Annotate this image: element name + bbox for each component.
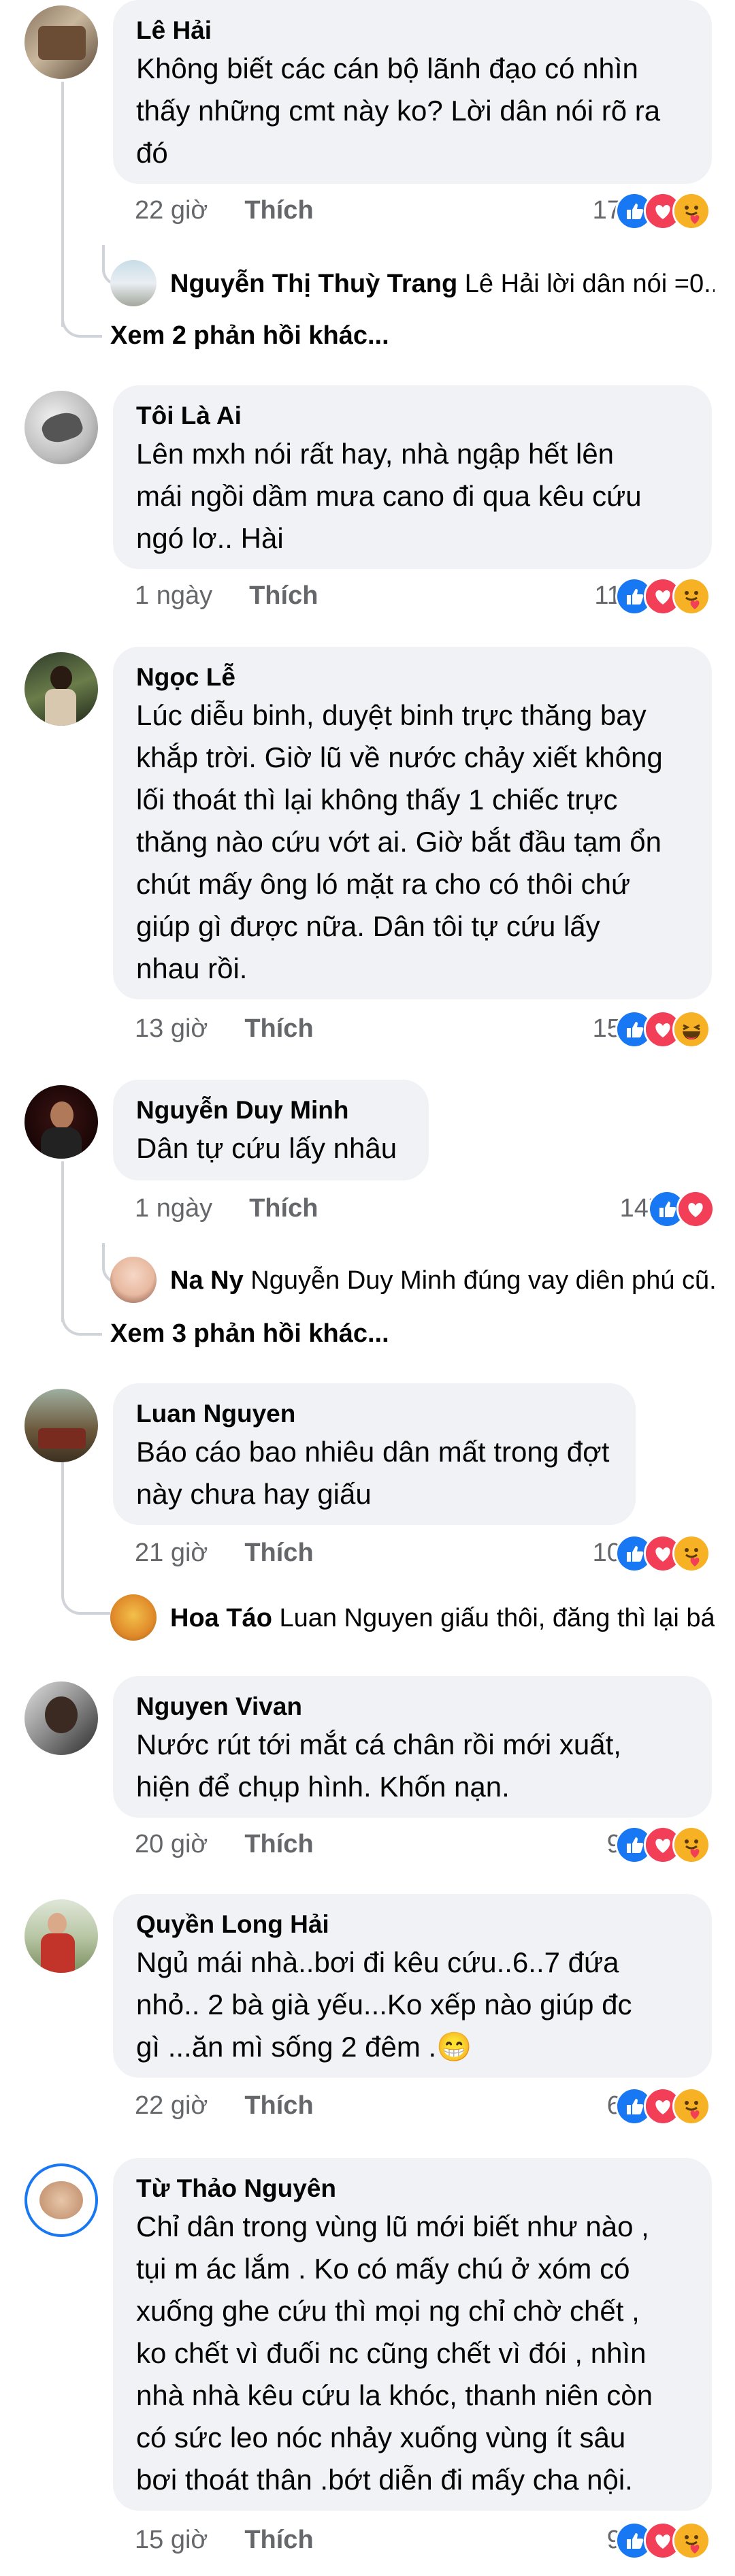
comment-meta: 1 ngày Thích: [135, 579, 318, 613]
comment-author[interactable]: Từ Thảo Nguyên: [136, 2172, 689, 2206]
comment-author[interactable]: Quyền Long Hải: [136, 1907, 689, 1942]
comment-meta: 13 giờ Thích: [135, 1012, 314, 1046]
comment-text: Chỉ dân trong vùng lũ mới biết như nào ,…: [136, 2210, 653, 2496]
thread-line: [61, 1462, 64, 1578]
like-button[interactable]: Thích: [249, 581, 318, 610]
comment-time[interactable]: 13 giờ: [135, 1014, 208, 1043]
care-icon: [672, 2522, 710, 2560]
comment-time[interactable]: 1 ngày: [135, 1194, 212, 1223]
view-more-replies[interactable]: Xem 2 phản hồi khác...: [110, 319, 389, 353]
comment-time[interactable]: 1 ngày: [135, 581, 212, 610]
reaction-icons[interactable]: [648, 1190, 719, 1228]
comment-author[interactable]: Ngọc Lễ: [136, 660, 689, 694]
avatar[interactable]: [24, 1085, 98, 1159]
comment-bubble[interactable]: Nguyen Vivan Nước rút tới mắt cá chân rồ…: [113, 1676, 712, 1818]
comment-text: Không biết các cán bộ lãnh đạo có nhìn t…: [136, 52, 661, 169]
comment-text: Ngủ mái nhà..bơi đi kêu cứu..6..7 đứa nh…: [136, 1946, 632, 2063]
comment-text: Lên mxh nói rất hay, nhà ngập hết lên má…: [136, 438, 642, 554]
reaction-icons[interactable]: [615, 1010, 715, 1048]
comment-meta: 22 giờ Thích: [135, 193, 314, 227]
comment-time[interactable]: 20 giờ: [135, 1830, 208, 1858]
comment-bubble[interactable]: Nguyễn Duy Minh Dân tự cứu lấy nhâu: [113, 1080, 429, 1180]
love-icon: [676, 1190, 715, 1228]
reaction-icons[interactable]: [615, 2087, 715, 2125]
comment-text: Dân tự cứu lấy nhâu: [136, 1132, 397, 1164]
reaction-icons[interactable]: [615, 1534, 715, 1573]
comment-text: Báo cáo bao nhiêu dân mất trong đợt này …: [136, 1436, 610, 1510]
reaction-icons[interactable]: [615, 1826, 715, 1864]
like-button[interactable]: Thích: [249, 1194, 318, 1223]
thread-line: [61, 82, 64, 327]
comment-bubble[interactable]: Luan Nguyen Báo cáo bao nhiêu dân mất tr…: [113, 1383, 636, 1525]
reply-connector: [61, 300, 102, 338]
reply-connector: [61, 1298, 102, 1336]
reply-text: Luan Nguyen giấu thôi, đăng thì lại bá..…: [279, 1604, 715, 1632]
comment-meta: 1 ngày Thích: [135, 1191, 318, 1225]
reply-connector: [61, 1578, 110, 1615]
comment-time[interactable]: 22 giờ: [135, 2091, 208, 2120]
comment-time[interactable]: 21 giờ: [135, 1539, 208, 1567]
reply-preview[interactable]: Na Ny Nguyễn Duy Minh đúng vay diên phú …: [170, 1263, 715, 1298]
comment-meta: 22 giờ Thích: [135, 2089, 314, 2123]
comment-bubble[interactable]: Tôi Là Ai Lên mxh nói rất hay, nhà ngập …: [113, 385, 712, 569]
comment-bubble[interactable]: Lê Hải Không biết các cán bộ lãnh đạo có…: [113, 0, 712, 184]
comment-meta: 15 giờ Thích: [135, 2523, 314, 2557]
avatar[interactable]: [24, 2163, 98, 2237]
comment-bubble[interactable]: Từ Thảo Nguyên Chỉ dân trong vùng lũ mới…: [113, 2158, 712, 2511]
comment-time[interactable]: 15 giờ: [135, 2526, 208, 2554]
comment-bubble[interactable]: Quyền Long Hải Ngủ mái nhà..bơi đi kêu c…: [113, 1894, 712, 2078]
avatar[interactable]: [24, 1899, 98, 1973]
avatar[interactable]: [24, 652, 98, 726]
reply-text: Lê Hải lời dân nói =0...: [464, 270, 715, 298]
reaction-icons[interactable]: [615, 2522, 715, 2560]
reply-avatar[interactable]: [110, 260, 157, 306]
reaction-icons[interactable]: [615, 192, 715, 230]
like-button[interactable]: Thích: [244, 2091, 313, 2120]
comment-author[interactable]: Luan Nguyen: [136, 1397, 612, 1431]
haha-icon: [672, 1010, 710, 1048]
comment-meta: 20 giờ Thích: [135, 1827, 314, 1861]
reply-avatar[interactable]: [110, 1594, 157, 1641]
care-icon: [672, 2087, 710, 2125]
comment-author[interactable]: Lê Hải: [136, 14, 689, 48]
reaction-icons[interactable]: [615, 577, 715, 615]
avatar[interactable]: [24, 1389, 98, 1462]
reply-text: Nguyễn Duy Minh đúng vay diên phú cũ...: [250, 1266, 715, 1295]
like-button[interactable]: Thích: [244, 1830, 313, 1858]
comment-author[interactable]: Nguyễn Duy Minh: [136, 1093, 406, 1127]
comment-text: Lúc diễu binh, duyệt binh trực thăng bay…: [136, 699, 663, 984]
like-button[interactable]: Thích: [244, 1014, 313, 1043]
avatar[interactable]: [24, 391, 98, 464]
reply-avatar[interactable]: [110, 1257, 157, 1303]
reply-preview[interactable]: Hoa Táo Luan Nguyen giấu thôi, đăng thì …: [170, 1601, 715, 1635]
like-button[interactable]: Thích: [244, 1539, 313, 1567]
avatar[interactable]: [24, 5, 98, 79]
comment-meta: 21 giờ Thích: [135, 1536, 314, 1570]
reply-author[interactable]: Nguyễn Thị Thuỳ Trang: [170, 270, 457, 298]
comment-author[interactable]: Tôi Là Ai: [136, 399, 689, 433]
avatar[interactable]: [24, 1681, 98, 1755]
comment-bubble[interactable]: Ngọc Lễ Lúc diễu binh, duyệt binh trực t…: [113, 647, 712, 999]
care-icon: [672, 1534, 710, 1573]
comment-author[interactable]: Nguyen Vivan: [136, 1690, 689, 1724]
care-icon: [672, 192, 710, 230]
care-icon: [672, 1826, 710, 1864]
care-icon: [672, 577, 710, 615]
reply-author[interactable]: Hoa Táo: [170, 1604, 272, 1632]
reply-author[interactable]: Na Ny: [170, 1266, 244, 1295]
view-more-replies[interactable]: Xem 3 phản hồi khác...: [110, 1317, 389, 1351]
like-button[interactable]: Thích: [244, 2526, 313, 2554]
comment-time[interactable]: 22 giờ: [135, 196, 208, 225]
like-button[interactable]: Thích: [244, 196, 313, 225]
reply-preview[interactable]: Nguyễn Thị Thuỳ Trang Lê Hải lời dân nói…: [170, 267, 715, 301]
comment-text: Nước rút tới mắt cá chân rồi mới xuất, h…: [136, 1728, 621, 1803]
